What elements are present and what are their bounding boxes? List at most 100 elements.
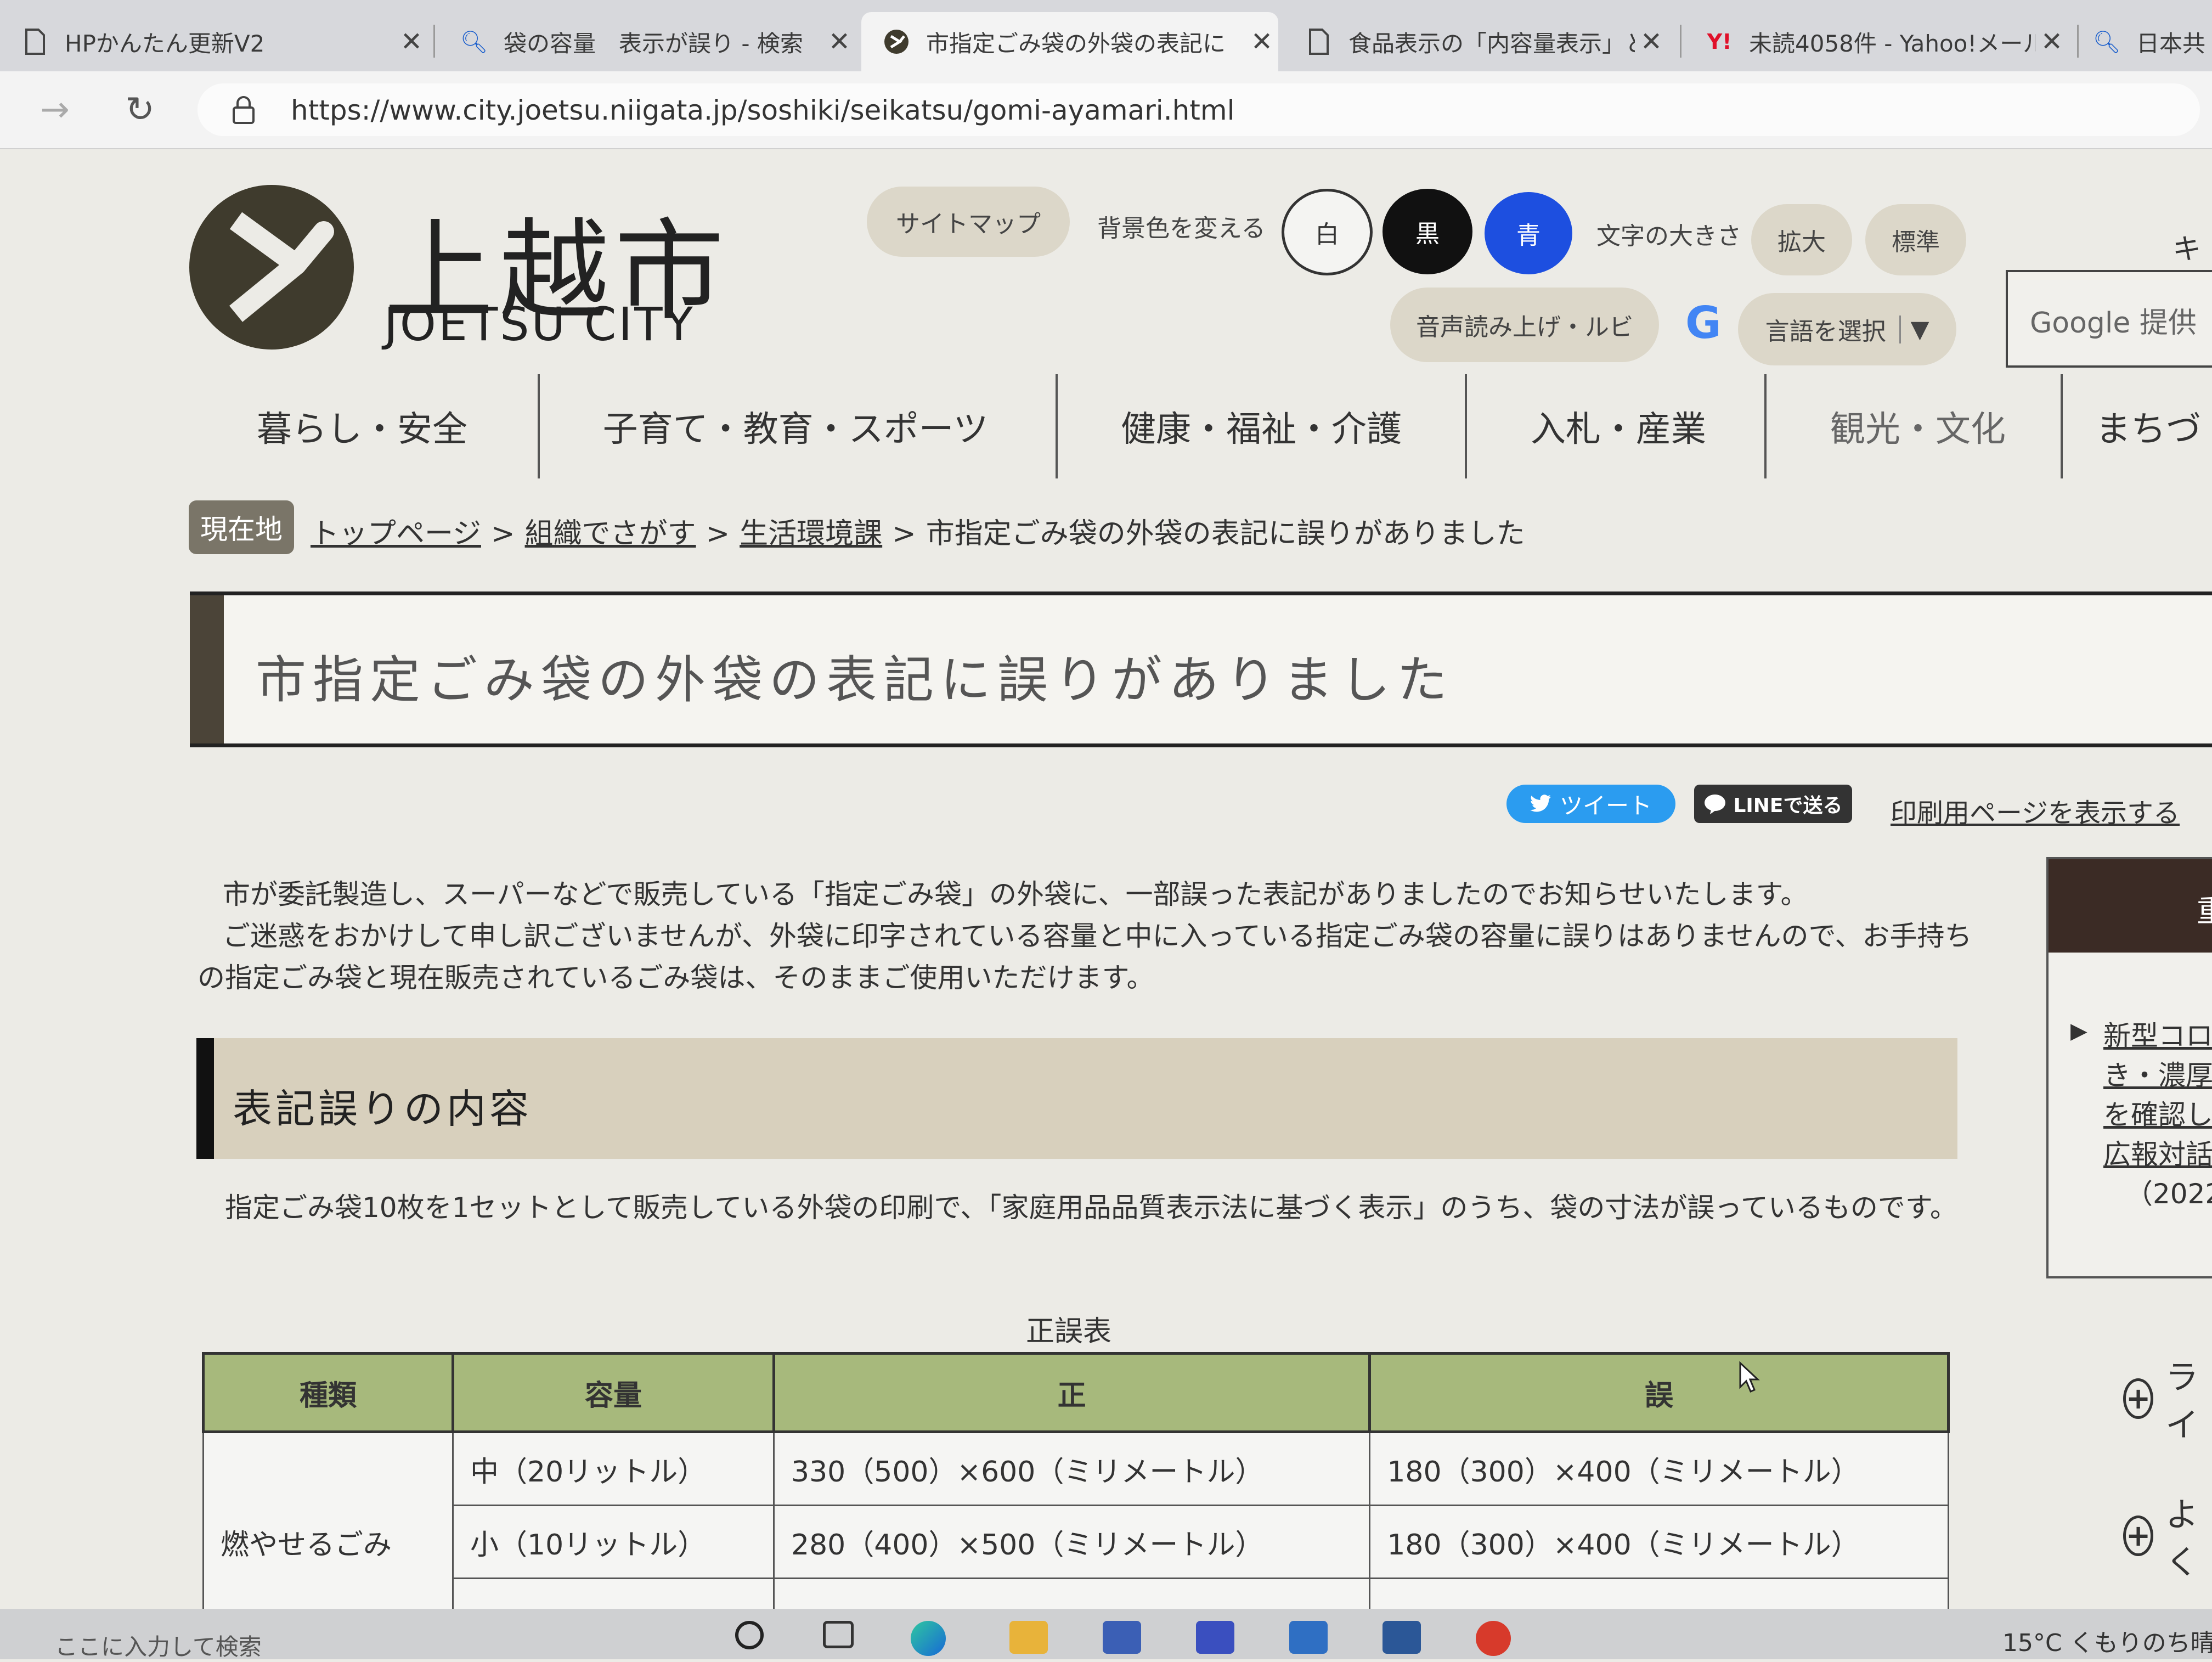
search-icon: 🔍︎ <box>460 29 488 55</box>
tab-yahoo-mail[interactable]: Y! 未読4058件 - Yahoo!メール ✕ <box>1684 12 2068 71</box>
sidebar-date: （2022年 <box>2125 1178 2212 1210</box>
intro-paragraph-2: ご迷惑をおかけして申し訳ございませんが、外袋に印字されている容量と中に入っている… <box>198 920 1972 994</box>
tab-gomi-current[interactable]: 市指定ごみ袋の外袋の表記に ✕ <box>861 12 1278 71</box>
table-header-cell: 容量 <box>452 1352 775 1433</box>
gnav-item-kosodate[interactable]: 子育て・教育・スポーツ <box>549 369 1042 484</box>
joetsu-logo-icon[interactable] <box>187 182 357 352</box>
weather-widget[interactable]: 15°C くもりのち晴れ <box>2002 1623 2212 1658</box>
tab-close-icon[interactable]: ✕ <box>1635 26 1668 57</box>
tab-title: 未読4058件 - Yahoo!メール <box>1749 30 2035 57</box>
breadcrumb-link-top[interactable]: トップページ <box>311 517 481 550</box>
tab-search-2[interactable]: 🔍︎ 日本共 <box>2083 12 2212 71</box>
tab-close-icon[interactable]: ✕ <box>2035 26 2068 57</box>
tab-title: HPかんたん更新V2 <box>65 30 265 57</box>
gnav-item-machi[interactable]: まちづ <box>2074 369 2212 484</box>
google-search-box[interactable]: Google 提供 <box>2006 270 2212 368</box>
joetsu-favicon-icon <box>883 29 910 55</box>
font-normal-button[interactable]: 標準 <box>1865 204 1966 275</box>
app-red-icon[interactable] <box>1476 1621 1511 1656</box>
tab-search[interactable]: 🔍︎ 袋の容量 表示が誤り - 検索 ✕ <box>439 12 856 71</box>
breadcrumb-separator: > <box>706 517 730 550</box>
table-header-row: 種類 容量 正 誤 <box>201 1352 1950 1433</box>
breadcrumb-link-soshiki[interactable]: 組織でさがす <box>525 517 696 550</box>
breadcrumb-link-seikatsu[interactable]: 生活環境課 <box>740 517 882 550</box>
gnav-divider <box>2061 374 2063 478</box>
sidebar-link-line[interactable]: を確認し <box>2103 1093 2212 1133</box>
triangle-right-icon: ▶ <box>2070 1018 2087 1044</box>
sidebar-notice-box: 重 ▶ 新型コロ き・濃厚 を確認し 広報対話 （2022年 <box>2046 857 2212 1278</box>
table-header-cell: 種類 <box>201 1352 455 1433</box>
mail-icon[interactable] <box>1289 1621 1328 1654</box>
tab-title: 袋の容量 表示が誤り - 検索 <box>504 30 803 57</box>
bg-blue-button[interactable]: 青 <box>1485 192 1572 274</box>
taskbar-search[interactable]: ここに入力して検索 <box>55 1629 262 1662</box>
tab-close-icon[interactable]: ✕ <box>823 26 856 57</box>
gnav-divider <box>538 374 540 478</box>
gnav-item-kenko[interactable]: 健康・福祉・介護 <box>1066 369 1456 484</box>
sidebar-accordion-2[interactable]: + よく <box>2123 1488 2212 1584</box>
language-select[interactable]: 言語を選択 ▼ <box>1738 293 1956 365</box>
table-cell-correct: 280（400）×500（ミリメートル） <box>772 1505 1371 1579</box>
address-bar: → ↻ https://www.city.joetsu.niigata.jp/s… <box>0 71 2212 149</box>
line-icon <box>1705 795 1726 814</box>
read-aloud-button[interactable]: 音声読み上げ・ルビ <box>1390 288 1659 362</box>
table-cell-size: 中（20リットル） <box>452 1431 775 1506</box>
google-powered-label: Google 提供 <box>2030 307 2197 340</box>
intro-text: 市が委託製造し、スーパーなどで販売している「指定ごみ袋」の外袋に、一部誤った表記… <box>198 874 1975 999</box>
line-share-button[interactable]: LINEで送る <box>1694 785 1852 823</box>
line-share-label: LINEで送る <box>1733 795 1843 817</box>
sidebar-link-line[interactable]: き・濃厚 <box>2103 1053 2212 1093</box>
tab-title: 市指定ごみ袋の外袋の表記に <box>926 30 1226 57</box>
sidebar-heading-text: 重 <box>2197 894 2212 929</box>
forward-icon[interactable]: → <box>33 88 77 132</box>
word-icon[interactable] <box>1383 1621 1421 1654</box>
table-header-cell: 正 <box>772 1352 1372 1433</box>
store-icon[interactable] <box>1103 1621 1141 1654</box>
section-heading: 表記誤りの内容 <box>233 1086 533 1132</box>
gnav-item-nyusatsu[interactable]: 入札・産業 <box>1476 369 1761 484</box>
gnav-divider <box>1465 374 1467 478</box>
task-view-icon[interactable] <box>823 1621 854 1648</box>
reload-icon[interactable]: ↻ <box>118 88 162 132</box>
table-cell-wrong: 180（300）×400（ミリメートル） <box>1369 1431 1949 1506</box>
tweet-button[interactable]: ツイート <box>1506 785 1675 823</box>
tab-close-icon[interactable]: ✕ <box>1245 26 1278 57</box>
plus-icon: + <box>2123 1515 2154 1556</box>
search-icon: 🔍︎ <box>2092 29 2121 55</box>
gnav-item-kanko[interactable]: 観光・文化 <box>1775 369 2061 484</box>
app-icon[interactable] <box>1196 1621 1234 1654</box>
table-cell-wrong: 180（300）×400（ミリメートル） <box>1369 1505 1949 1579</box>
tab-title: 食品表示の「内容量表示」と <box>1348 30 1635 57</box>
title-accent-bar <box>190 595 224 743</box>
sidebar-accordion-1[interactable]: + ライ <box>2123 1351 2212 1446</box>
tab-food-label[interactable]: 食品表示の「内容量表示」と ✕ <box>1284 12 1668 71</box>
sidebar-link-line[interactable]: 広報対話 <box>2103 1133 2212 1172</box>
bg-color-label: 背景色を変える <box>1097 215 1266 243</box>
twitter-bird-icon <box>1530 795 1551 812</box>
bg-black-button[interactable]: 黒 <box>1383 189 1472 274</box>
edge-browser-icon[interactable] <box>911 1621 946 1656</box>
gnav-item-kurashi[interactable]: 暮らし・安全 <box>198 369 527 484</box>
tab-close-icon[interactable]: ✕ <box>395 26 428 57</box>
section-accent-bar <box>196 1038 214 1159</box>
sidebar-link-line[interactable]: 新型コロ <box>2103 1014 2212 1053</box>
tab-divider <box>1680 25 1681 58</box>
tab-hp-kantan[interactable]: HPかんたん更新V2 ✕ <box>0 12 428 71</box>
font-large-button[interactable]: 拡大 <box>1751 204 1852 275</box>
print-page-link[interactable]: 印刷用ページを表示する <box>1891 791 2180 830</box>
url-field[interactable]: https://www.city.joetsu.niigata.jp/soshi… <box>198 83 2200 136</box>
lock-icon <box>233 96 255 124</box>
sitemap-button[interactable]: サイトマップ <box>867 187 1070 257</box>
gnav-divider <box>1056 374 1058 478</box>
table-row: 小（10リットル） 280（400）×500（ミリメートル） 180（300）×… <box>204 1505 1949 1579</box>
file-explorer-icon[interactable] <box>1009 1621 1048 1654</box>
bg-white-button[interactable]: 白 <box>1282 189 1373 275</box>
web-page: 上越市 JOETSU CITY サイトマップ 背景色を変える 白 黒 青 文字の… <box>0 149 2212 1652</box>
breadcrumb-badge: 現在地 <box>189 500 294 554</box>
table-row: 燃やせるごみ 中（20リットル） 330（500）×600（ミリメートル） 18… <box>202 1431 1949 1652</box>
cortana-icon[interactable] <box>735 1621 764 1649</box>
page-icon <box>22 29 48 55</box>
section-heading-box: 表記誤りの内容 <box>196 1038 1957 1159</box>
correction-table: 種類 容量 正 誤 燃やせるごみ 中（20リットル） 330（500）×600（… <box>201 1352 1950 1652</box>
logo-text-en[interactable]: JOETSU CITY <box>384 297 695 351</box>
